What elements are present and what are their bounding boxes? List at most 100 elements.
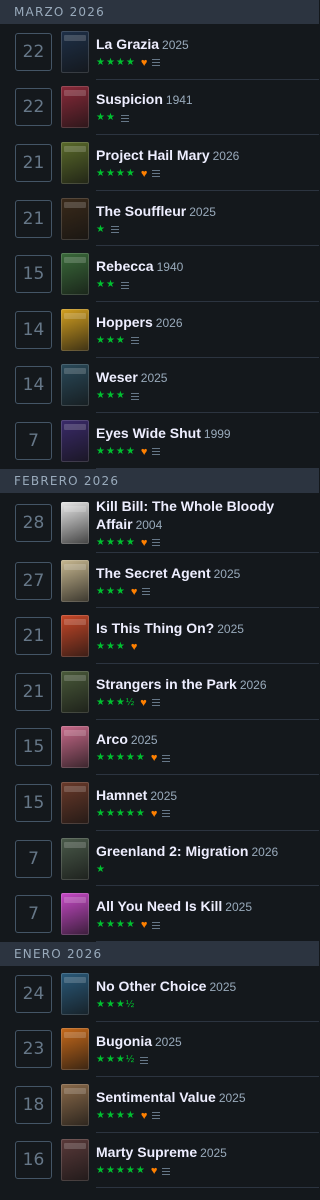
day-box[interactable]: 22 bbox=[15, 32, 52, 71]
review-lines-icon[interactable] bbox=[152, 921, 161, 929]
day-box[interactable]: 21 bbox=[15, 143, 52, 182]
poster-thumbnail[interactable] bbox=[61, 197, 89, 240]
diary-entry[interactable]: 18 Sentimental Value 2025 ★★★★ ♥ bbox=[0, 1077, 319, 1133]
day-box[interactable]: 21 bbox=[15, 672, 52, 711]
poster-thumbnail[interactable] bbox=[61, 781, 89, 824]
film-year[interactable]: 2025 bbox=[217, 622, 244, 636]
diary-entry[interactable]: 7 Eyes Wide Shut 1999 ★★★★ ♥ bbox=[0, 413, 319, 469]
review-lines-icon[interactable] bbox=[152, 448, 161, 456]
film-title-link[interactable]: Project Hail Mary bbox=[96, 147, 210, 163]
review-lines-icon[interactable] bbox=[151, 699, 160, 707]
film-year[interactable]: 2004 bbox=[136, 518, 163, 532]
film-year[interactable]: 2025 bbox=[214, 567, 241, 581]
review-lines-icon[interactable] bbox=[162, 810, 171, 818]
review-lines-icon[interactable] bbox=[142, 588, 151, 596]
diary-entry[interactable]: 21 Strangers in the Park 2026 ★★★½ ♥ bbox=[0, 664, 319, 720]
day-box[interactable]: 27 bbox=[15, 561, 52, 600]
day-box[interactable]: 28 bbox=[15, 503, 52, 542]
diary-entry[interactable]: 15 Hamnet 2025 ★★★★★ ♥ bbox=[0, 775, 319, 831]
film-title-link[interactable]: Sentimental Value bbox=[96, 1089, 216, 1105]
diary-entry[interactable]: 22 Suspicion 1941 ★★ bbox=[0, 80, 319, 136]
poster-thumbnail[interactable] bbox=[61, 1083, 89, 1126]
poster-thumbnail[interactable] bbox=[61, 419, 89, 462]
day-box[interactable]: 15 bbox=[15, 783, 52, 822]
film-year[interactable]: 1941 bbox=[166, 93, 193, 107]
film-year[interactable]: 2025 bbox=[219, 1091, 246, 1105]
poster-thumbnail[interactable] bbox=[61, 972, 89, 1015]
review-lines-icon[interactable] bbox=[152, 170, 161, 178]
day-box[interactable]: 15 bbox=[15, 255, 52, 294]
film-title-link[interactable]: No Other Choice bbox=[96, 978, 206, 994]
day-box[interactable]: 14 bbox=[15, 310, 52, 349]
film-year[interactable]: 2025 bbox=[209, 980, 236, 994]
review-lines-icon[interactable] bbox=[152, 539, 161, 547]
review-lines-icon[interactable] bbox=[152, 59, 161, 67]
film-title-link[interactable]: Weser bbox=[96, 369, 138, 385]
day-box[interactable]: 24 bbox=[15, 974, 52, 1013]
diary-entry[interactable]: 15 Rebecca 1940 ★★ bbox=[0, 246, 319, 302]
diary-entry[interactable]: 21 The Souffleur 2025 ★ bbox=[0, 191, 319, 247]
diary-entry[interactable]: 16 Marty Supreme 2025 ★★★★★ ♥ bbox=[0, 1133, 319, 1189]
poster-thumbnail[interactable] bbox=[61, 726, 89, 769]
review-lines-icon[interactable] bbox=[120, 281, 129, 289]
film-year[interactable]: 2025 bbox=[189, 205, 216, 219]
film-year[interactable]: 2026 bbox=[240, 678, 267, 692]
review-lines-icon[interactable] bbox=[152, 1112, 161, 1120]
film-year[interactable]: 1999 bbox=[204, 427, 231, 441]
film-title-link[interactable]: The Souffleur bbox=[96, 203, 186, 219]
diary-entry[interactable]: 14 Weser 2025 ★★★ bbox=[0, 358, 319, 414]
film-title-link[interactable]: Eyes Wide Shut bbox=[96, 425, 201, 441]
film-year[interactable]: 1940 bbox=[157, 260, 184, 274]
diary-entry[interactable]: 21 Project Hail Mary 2026 ★★★★ ♥ bbox=[0, 135, 319, 191]
diary-entry[interactable]: 21 Is This Thing On? 2025 ★★★ ♥ bbox=[0, 608, 319, 664]
day-box[interactable]: 16 bbox=[15, 1141, 52, 1180]
film-title-link[interactable]: Hamnet bbox=[96, 787, 147, 803]
film-title-link[interactable]: The Secret Agent bbox=[96, 565, 211, 581]
diary-entry[interactable]: 7 Greenland 2: Migration 2026 ★ bbox=[0, 831, 319, 887]
film-year[interactable]: 2025 bbox=[155, 1035, 182, 1049]
film-year[interactable]: 2025 bbox=[131, 733, 158, 747]
review-lines-icon[interactable] bbox=[130, 337, 139, 345]
film-year[interactable]: 2025 bbox=[162, 38, 189, 52]
day-box[interactable]: 7 bbox=[15, 895, 52, 934]
film-title-link[interactable]: Is This Thing On? bbox=[96, 620, 214, 636]
diary-entry[interactable]: 27 The Secret Agent 2025 ★★★ ♥ bbox=[0, 553, 319, 609]
review-lines-icon[interactable] bbox=[110, 226, 119, 234]
film-year[interactable]: 2025 bbox=[200, 1146, 227, 1160]
film-title-link[interactable]: Rebecca bbox=[96, 258, 154, 274]
review-lines-icon[interactable] bbox=[130, 392, 139, 400]
poster-thumbnail[interactable] bbox=[61, 501, 89, 544]
film-title-link[interactable]: La Grazia bbox=[96, 36, 159, 52]
review-lines-icon[interactable] bbox=[162, 754, 171, 762]
diary-entry[interactable]: 28 Kill Bill: The Whole Bloody Affair 2004… bbox=[0, 493, 319, 553]
film-title-link[interactable]: Bugonia bbox=[96, 1033, 152, 1049]
poster-thumbnail[interactable] bbox=[61, 364, 89, 407]
film-year[interactable]: 2025 bbox=[150, 789, 177, 803]
diary-entry[interactable]: 23 Bugonia 2025 ★★★½ bbox=[0, 1022, 319, 1078]
diary-entry[interactable]: 7 All You Need Is Kill 2025 ★★★★ ♥ bbox=[0, 886, 319, 942]
day-box[interactable]: 14 bbox=[15, 366, 52, 405]
film-title-link[interactable]: All You Need Is Kill bbox=[96, 898, 222, 914]
poster-thumbnail[interactable] bbox=[61, 253, 89, 296]
poster-thumbnail[interactable] bbox=[61, 308, 89, 351]
film-title-link[interactable]: Greenland 2: Migration bbox=[96, 843, 248, 859]
diary-entry[interactable]: 14 Hoppers 2026 ★★★ bbox=[0, 302, 319, 358]
film-title-link[interactable]: Arco bbox=[96, 731, 128, 747]
day-box[interactable]: 7 bbox=[15, 839, 52, 878]
poster-thumbnail[interactable] bbox=[61, 837, 89, 880]
review-lines-icon[interactable] bbox=[140, 1056, 149, 1064]
film-title-link[interactable]: Strangers in the Park bbox=[96, 676, 237, 692]
day-box[interactable]: 18 bbox=[15, 1085, 52, 1124]
film-year[interactable]: 2025 bbox=[141, 371, 168, 385]
poster-thumbnail[interactable] bbox=[61, 141, 89, 184]
day-box[interactable]: 22 bbox=[15, 88, 52, 127]
film-year[interactable]: 2025 bbox=[225, 900, 252, 914]
film-title-link[interactable]: Suspicion bbox=[96, 91, 163, 107]
film-year[interactable]: 2026 bbox=[156, 316, 183, 330]
day-box[interactable]: 21 bbox=[15, 617, 52, 656]
day-box[interactable]: 23 bbox=[15, 1030, 52, 1069]
diary-entry[interactable]: 22 La Grazia 2025 ★★★★ ♥ bbox=[0, 24, 319, 80]
diary-entry[interactable]: 15 Arco 2025 ★★★★★ ♥ bbox=[0, 720, 319, 776]
day-box[interactable]: 7 bbox=[15, 421, 52, 460]
diary-entry[interactable]: 24 No Other Choice 2025 ★★★½ bbox=[0, 966, 319, 1022]
